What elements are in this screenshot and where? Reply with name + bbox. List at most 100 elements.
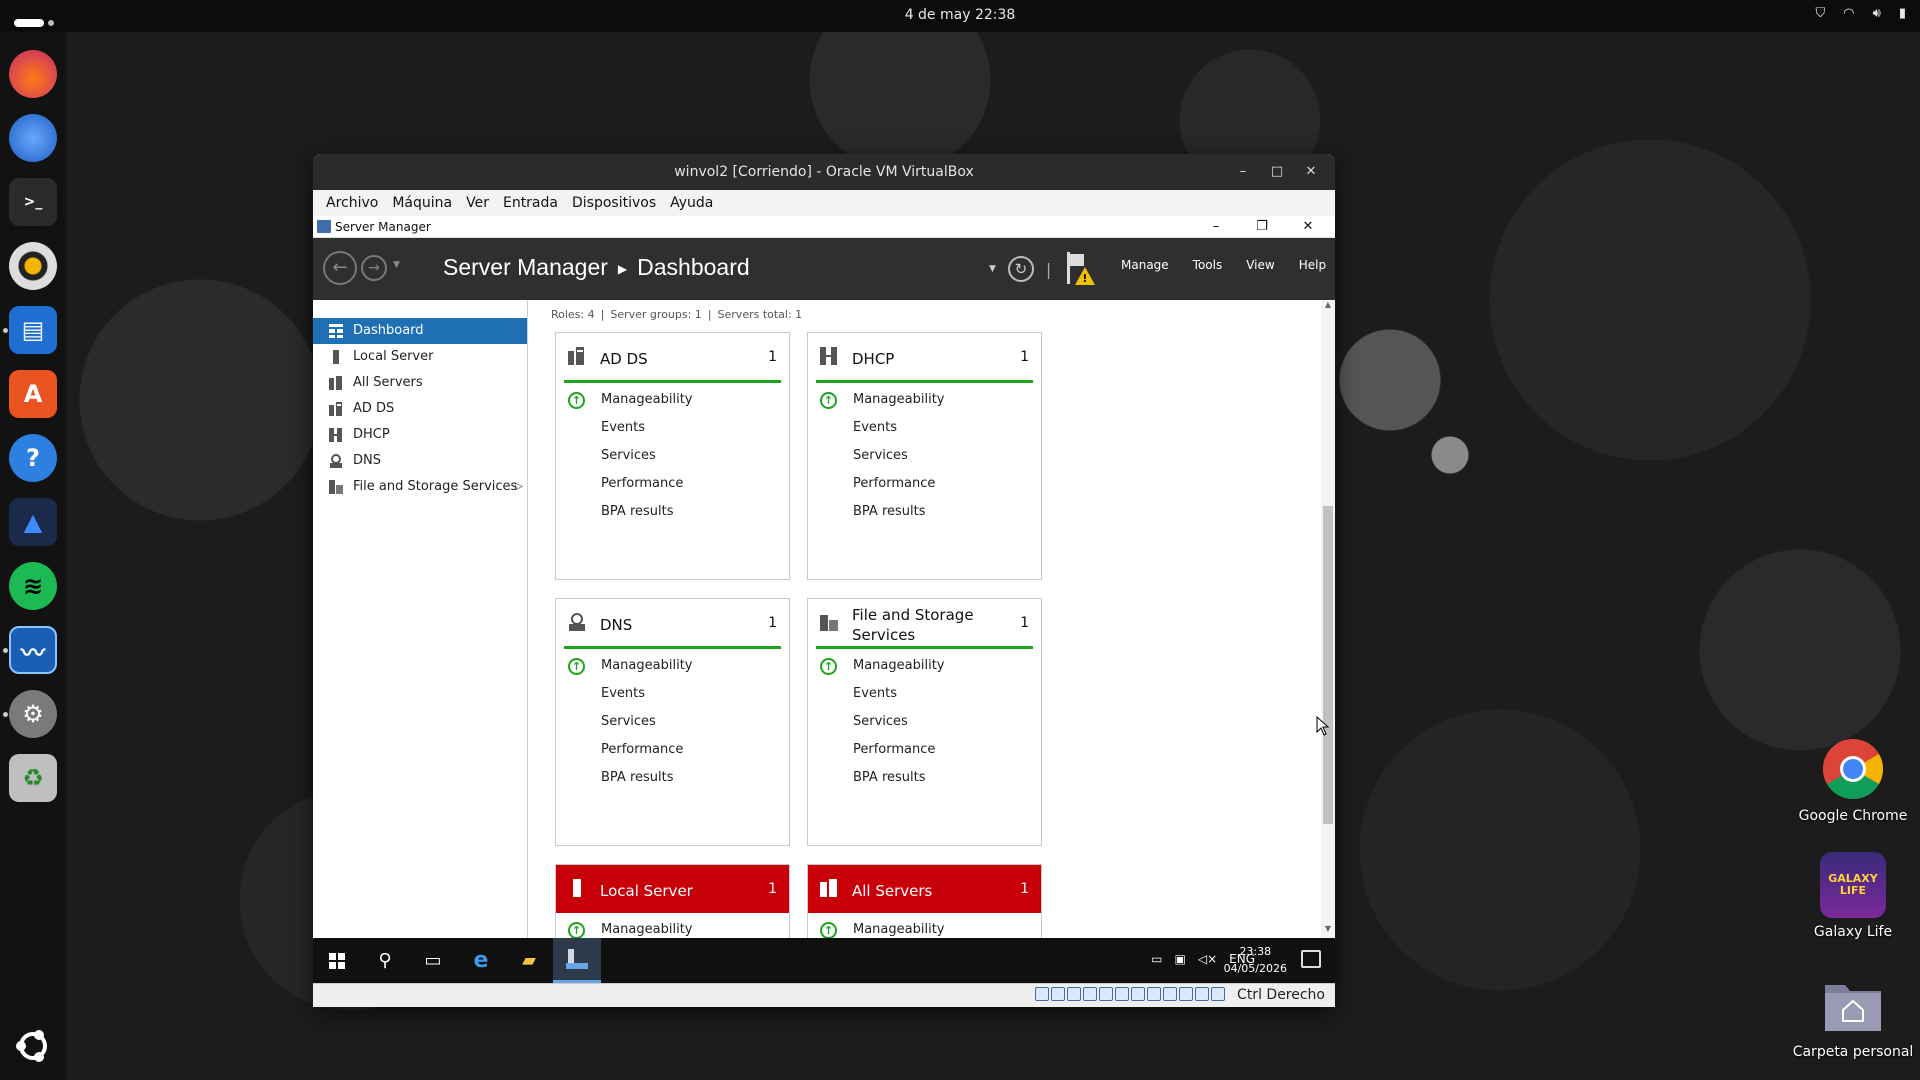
tile-row-events[interactable]: Events bbox=[808, 414, 1041, 442]
tile-row-manageability[interactable]: ↑ Manageability bbox=[808, 652, 1041, 680]
tile-row-performance[interactable]: Performance bbox=[808, 470, 1041, 498]
tile-row-performance[interactable]: Performance bbox=[556, 470, 789, 498]
desktop-icon-chrome[interactable]: Google Chrome bbox=[1788, 736, 1918, 824]
search-icon[interactable]: ⚲ bbox=[361, 938, 409, 983]
menu-ayuda[interactable]: Ayuda bbox=[663, 190, 720, 216]
tile-header[interactable]: DHCP 1 bbox=[816, 333, 1033, 383]
desktop-icon-home-folder[interactable]: Carpeta personal bbox=[1788, 972, 1918, 1060]
scroll-up-icon[interactable]: ▲ bbox=[1321, 300, 1335, 314]
vertical-scrollbar[interactable]: ▲ ▼ bbox=[1321, 300, 1335, 938]
spotify-icon[interactable]: ≋ bbox=[9, 562, 57, 610]
sidebar-item-file-storage[interactable]: File and Storage Services ▷ bbox=[313, 474, 527, 500]
sidebar-item-local-server[interactable]: Local Server bbox=[313, 344, 527, 370]
show-apps-icon[interactable] bbox=[9, 1022, 57, 1070]
internet-explorer-icon[interactable]: e bbox=[457, 938, 505, 983]
help-icon[interactable]: ? bbox=[9, 434, 57, 482]
tile-row-manageability[interactable]: ↑ Manageability bbox=[556, 386, 789, 414]
tile-header[interactable]: DNS 1 bbox=[564, 599, 781, 649]
close-icon[interactable]: ✕ bbox=[1295, 154, 1327, 190]
minimize-icon[interactable]: – bbox=[1227, 154, 1259, 190]
tile-row-services[interactable]: Services bbox=[808, 708, 1041, 736]
role-tile-ad-ds[interactable]: AD DS 1 ↑ Manageability Events Services P… bbox=[555, 332, 790, 580]
trash-icon[interactable]: ♻ bbox=[9, 754, 57, 802]
menu-archivo[interactable]: Archivo bbox=[319, 190, 385, 216]
role-tile-dhcp[interactable]: DHCP 1 ↑ Manageability Events Services Pe… bbox=[807, 332, 1042, 580]
guest-clock[interactable]: 23:38 04/05/2026 bbox=[1224, 943, 1287, 977]
tile-header[interactable]: AD DS 1 bbox=[564, 333, 781, 383]
menu-dispositivos[interactable]: Dispositivos bbox=[565, 190, 663, 216]
tile-row-bpa-results[interactable]: BPA results bbox=[808, 764, 1041, 792]
menu-manage[interactable]: Manage bbox=[1109, 258, 1181, 272]
anytype-icon[interactable]: ▲ bbox=[9, 498, 57, 546]
sidebar-item-dhcp[interactable]: DHCP bbox=[313, 422, 527, 448]
scroll-down-icon[interactable]: ▼ bbox=[1321, 924, 1335, 938]
thunderbird-icon[interactable] bbox=[9, 114, 57, 162]
dropdown-arrow-icon[interactable]: ▼ bbox=[989, 264, 996, 274]
tile-row-performance[interactable]: Performance bbox=[808, 736, 1041, 764]
rhythmbox-icon[interactable] bbox=[9, 242, 57, 290]
tile-row-manageability[interactable]: ↑ Manageability bbox=[556, 916, 789, 938]
sidebar-item-dashboard[interactable]: Dashboard bbox=[313, 318, 527, 344]
firefox-icon[interactable] bbox=[9, 50, 57, 98]
writer-icon[interactable]: ▤ bbox=[9, 306, 57, 354]
menu-help[interactable]: Help bbox=[1287, 258, 1335, 272]
tile-row-manageability[interactable]: ↑ Manageability bbox=[556, 652, 789, 680]
tile-row-events[interactable]: Events bbox=[808, 680, 1041, 708]
sm-close-icon[interactable]: ✕ bbox=[1285, 216, 1331, 238]
topbar-clock[interactable]: 4 de may 22:38 bbox=[0, 7, 1920, 23]
action-center-icon[interactable] bbox=[1301, 950, 1321, 968]
battery-icon[interactable]: ▭ bbox=[1151, 952, 1162, 966]
menu-ver[interactable]: Ver bbox=[459, 190, 496, 216]
terminal-icon[interactable]: >_ bbox=[9, 178, 57, 226]
menu-tools[interactable]: Tools bbox=[1181, 258, 1235, 272]
menu-entrada[interactable]: Entrada bbox=[496, 190, 565, 216]
desktop-icon-galaxy-life[interactable]: GALAXY LIFE Galaxy Life bbox=[1788, 852, 1918, 940]
tile-row-performance[interactable]: Performance bbox=[556, 736, 789, 764]
tile-row-services[interactable]: Services bbox=[808, 442, 1041, 470]
history-dropdown-icon[interactable]: ▼ bbox=[393, 260, 400, 270]
tile-row-events[interactable]: Events bbox=[556, 680, 789, 708]
vm-screen[interactable]: Server Manager – ❐ ✕ ← → ▼ Server Manage… bbox=[313, 216, 1335, 983]
vm-device-status-icons[interactable] bbox=[1034, 984, 1227, 1006]
refresh-icon[interactable]: ↻ bbox=[1007, 256, 1034, 282]
tile-row-events[interactable]: Events bbox=[556, 414, 789, 442]
file-explorer-icon[interactable]: ▰ bbox=[505, 938, 553, 983]
tile-header[interactable]: File and Storage Services 1 bbox=[816, 599, 1033, 649]
task-view-icon[interactable]: ▭ bbox=[409, 938, 457, 983]
virtualbox-titlebar[interactable]: winvol2 [Corriendo] - Oracle VM VirtualB… bbox=[313, 154, 1335, 190]
tile-header[interactable]: All Servers 1 bbox=[808, 865, 1041, 913]
sidebar-item-dns[interactable]: DNS bbox=[313, 448, 527, 474]
role-tile-all-servers[interactable]: All Servers 1 ↑ Manageability bbox=[807, 864, 1042, 938]
forward-button[interactable]: → bbox=[361, 255, 387, 281]
submenu-arrow-icon[interactable]: ▷ bbox=[515, 474, 523, 500]
app-center-icon[interactable]: A bbox=[9, 370, 57, 418]
tile-header[interactable]: Local Server 1 bbox=[556, 865, 789, 913]
tile-row-services[interactable]: Services bbox=[556, 442, 789, 470]
scrollbar-thumb[interactable] bbox=[1323, 506, 1333, 824]
settings-gear-icon[interactable]: ⚙ bbox=[9, 690, 57, 738]
tile-row-services[interactable]: Services bbox=[556, 708, 789, 736]
maximize-icon[interactable]: □ bbox=[1261, 154, 1293, 190]
notifications-flag-icon[interactable]: ! bbox=[1063, 252, 1096, 286]
server-manager-taskbar-icon[interactable] bbox=[553, 938, 601, 983]
tile-row-manageability[interactable]: ↑ Manageability bbox=[808, 386, 1041, 414]
windows-start-icon[interactable] bbox=[313, 938, 361, 983]
network-icon[interactable]: ▣ bbox=[1175, 952, 1186, 966]
volume-muted-icon[interactable]: ◁× bbox=[1198, 952, 1217, 966]
server-manager-titlebar[interactable]: Server Manager – ❐ ✕ bbox=[313, 216, 1335, 238]
system-monitor-icon[interactable]: 〰 bbox=[9, 626, 57, 674]
breadcrumb-app[interactable]: Server Manager bbox=[443, 254, 608, 280]
menu-view[interactable]: View bbox=[1234, 258, 1286, 272]
tile-row-bpa-results[interactable]: BPA results bbox=[556, 498, 789, 526]
sm-minimize-icon[interactable]: – bbox=[1193, 216, 1239, 238]
back-button[interactable]: ← bbox=[323, 251, 357, 285]
tile-row-bpa-results[interactable]: BPA results bbox=[556, 764, 789, 792]
tile-row-bpa-results[interactable]: BPA results bbox=[808, 498, 1041, 526]
system-tray[interactable]: ⛉ ◠ 🔊︎ ▮ bbox=[1816, 6, 1906, 21]
tile-row-manageability[interactable]: ↑ Manageability bbox=[808, 916, 1041, 938]
role-tile-local-server[interactable]: Local Server 1 ↑ Manageability bbox=[555, 864, 790, 938]
menu-maquina[interactable]: Máquina bbox=[385, 190, 459, 216]
sidebar-item-all-servers[interactable]: All Servers bbox=[313, 370, 527, 396]
role-tile-dns[interactable]: DNS 1 ↑ Manageability Events Services Per… bbox=[555, 598, 790, 846]
role-tile-file-storage[interactable]: File and Storage Services 1 ↑ Manageabili… bbox=[807, 598, 1042, 846]
